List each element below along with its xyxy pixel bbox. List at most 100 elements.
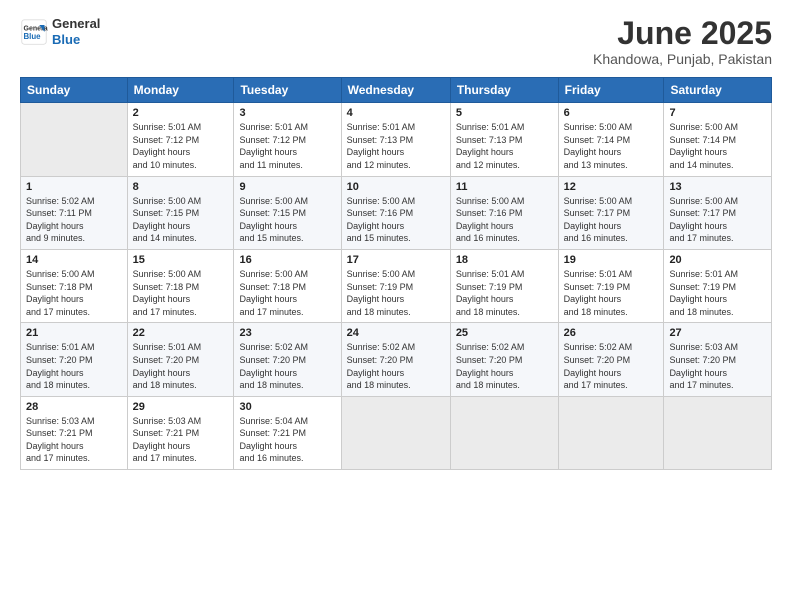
day-info: Sunrise: 5:01 AMSunset: 7:19 PMDaylight … (669, 268, 766, 318)
day-number: 22 (133, 327, 229, 339)
day-info: Sunrise: 5:00 AMSunset: 7:18 PMDaylight … (26, 268, 122, 318)
page: General Blue General Blue June 2025 Khan… (0, 0, 792, 612)
table-row (664, 396, 772, 469)
table-row: 25Sunrise: 5:02 AMSunset: 7:20 PMDayligh… (450, 323, 558, 396)
header: General Blue General Blue June 2025 Khan… (20, 16, 772, 67)
day-number: 16 (239, 254, 335, 266)
day-number: 19 (564, 254, 659, 266)
col-tuesday: Tuesday (234, 78, 341, 103)
day-info: Sunrise: 5:02 AMSunset: 7:20 PMDaylight … (239, 341, 335, 391)
col-friday: Friday (558, 78, 664, 103)
day-info: Sunrise: 5:02 AMSunset: 7:20 PMDaylight … (347, 341, 445, 391)
calendar-week-row: 14Sunrise: 5:00 AMSunset: 7:18 PMDayligh… (21, 249, 772, 322)
day-number: 3 (239, 107, 335, 119)
table-row: 14Sunrise: 5:00 AMSunset: 7:18 PMDayligh… (21, 249, 128, 322)
day-number: 30 (239, 401, 335, 413)
table-row: 2 Sunrise: 5:01 AMSunset: 7:12 PMDaylight… (127, 103, 234, 176)
table-row: 20 Sunrise: 5:01 AMSunset: 7:19 PMDayligh… (664, 249, 772, 322)
day-info: Sunrise: 5:02 AMSunset: 7:20 PMDaylight … (564, 341, 659, 391)
table-row: 22Sunrise: 5:01 AMSunset: 7:20 PMDayligh… (127, 323, 234, 396)
day-info: Sunrise: 5:01 AMSunset: 7:13 PMDaylight … (456, 121, 553, 171)
day-info: Sunrise: 5:00 AMSunset: 7:17 PMDaylight … (669, 195, 766, 245)
calendar-week-row: 1 Sunrise: 5:02 AMSunset: 7:11 PMDaylight… (21, 176, 772, 249)
calendar-table: Sunday Monday Tuesday Wednesday Thursday… (20, 77, 772, 470)
day-number: 4 (347, 107, 445, 119)
title-block: June 2025 Khandowa, Punjab, Pakistan (593, 16, 772, 67)
table-row: 28 Sunrise: 5:03 AMSunset: 7:21 PMDayligh… (21, 396, 128, 469)
table-row: 5 Sunrise: 5:01 AMSunset: 7:13 PMDaylight… (450, 103, 558, 176)
day-number: 24 (347, 327, 445, 339)
logo-text: General Blue (52, 16, 100, 47)
day-info: Sunrise: 5:00 AMSunset: 7:18 PMDaylight … (239, 268, 335, 318)
day-info: Sunrise: 5:00 AMSunset: 7:17 PMDaylight … (564, 195, 659, 245)
day-number: 2 (133, 107, 229, 119)
day-number: 21 (26, 327, 122, 339)
day-info: Sunrise: 5:00 AMSunset: 7:16 PMDaylight … (456, 195, 553, 245)
table-row: 18 Sunrise: 5:01 AMSunset: 7:19 PMDayligh… (450, 249, 558, 322)
day-info: Sunrise: 5:01 AMSunset: 7:12 PMDaylight … (133, 121, 229, 171)
table-row (558, 396, 664, 469)
day-info: Sunrise: 5:02 AMSunset: 7:20 PMDaylight … (456, 341, 553, 391)
table-row: 11 Sunrise: 5:00 AMSunset: 7:16 PMDayligh… (450, 176, 558, 249)
day-number: 18 (456, 254, 553, 266)
table-row: 3Sunrise: 5:01 AMSunset: 7:12 PMDaylight… (234, 103, 341, 176)
day-number: 11 (456, 181, 553, 193)
day-info: Sunrise: 5:01 AMSunset: 7:13 PMDaylight … (347, 121, 445, 171)
day-info: Sunrise: 5:00 AMSunset: 7:15 PMDaylight … (133, 195, 229, 245)
day-number: 6 (564, 107, 659, 119)
day-number: 13 (669, 181, 766, 193)
day-info: Sunrise: 5:01 AMSunset: 7:20 PMDaylight … (26, 341, 122, 391)
table-row: 17 Sunrise: 5:00 AMSunset: 7:19 PMDayligh… (341, 249, 450, 322)
day-number: 27 (669, 327, 766, 339)
col-wednesday: Wednesday (341, 78, 450, 103)
day-info: Sunrise: 5:02 AMSunset: 7:11 PMDaylight … (26, 195, 122, 245)
table-row: 27Sunrise: 5:03 AMSunset: 7:20 PMDayligh… (664, 323, 772, 396)
logo-icon: General Blue (20, 18, 48, 46)
col-sunday: Sunday (21, 78, 128, 103)
table-row: 19 Sunrise: 5:01 AMSunset: 7:19 PMDayligh… (558, 249, 664, 322)
day-number: 20 (669, 254, 766, 266)
logo: General Blue General Blue (20, 16, 100, 47)
table-row: 29 Sunrise: 5:03 AMSunset: 7:21 PMDayligh… (127, 396, 234, 469)
calendar-body: 2 Sunrise: 5:01 AMSunset: 7:12 PMDaylight… (21, 103, 772, 470)
day-info: Sunrise: 5:03 AMSunset: 7:21 PMDaylight … (26, 415, 122, 465)
table-row: 15 Sunrise: 5:00 AMSunset: 7:18 PMDayligh… (127, 249, 234, 322)
day-number: 29 (133, 401, 229, 413)
col-thursday: Thursday (450, 78, 558, 103)
day-info: Sunrise: 5:03 AMSunset: 7:21 PMDaylight … (133, 415, 229, 465)
day-info: Sunrise: 5:01 AMSunset: 7:19 PMDaylight … (456, 268, 553, 318)
day-number: 5 (456, 107, 553, 119)
calendar-week-row: 28 Sunrise: 5:03 AMSunset: 7:21 PMDayligh… (21, 396, 772, 469)
col-monday: Monday (127, 78, 234, 103)
table-row: 10 Sunrise: 5:00 AMSunset: 7:16 PMDayligh… (341, 176, 450, 249)
day-info: Sunrise: 5:00 AMSunset: 7:14 PMDaylight … (564, 121, 659, 171)
day-info: Sunrise: 5:00 AMSunset: 7:19 PMDaylight … (347, 268, 445, 318)
table-row: 6 Sunrise: 5:00 AMSunset: 7:14 PMDaylight… (558, 103, 664, 176)
day-number: 28 (26, 401, 122, 413)
table-row: 24 Sunrise: 5:02 AMSunset: 7:20 PMDayligh… (341, 323, 450, 396)
day-info: Sunrise: 5:00 AMSunset: 7:14 PMDaylight … (669, 121, 766, 171)
day-info: Sunrise: 5:00 AMSunset: 7:18 PMDaylight … (133, 268, 229, 318)
table-row (341, 396, 450, 469)
svg-text:Blue: Blue (24, 32, 42, 41)
table-row: 1 Sunrise: 5:02 AMSunset: 7:11 PMDaylight… (21, 176, 128, 249)
table-row: 8 Sunrise: 5:00 AMSunset: 7:15 PMDaylight… (127, 176, 234, 249)
day-info: Sunrise: 5:00 AMSunset: 7:15 PMDaylight … (239, 195, 335, 245)
day-info: Sunrise: 5:04 AMSunset: 7:21 PMDaylight … (239, 415, 335, 465)
table-row: 13 Sunrise: 5:00 AMSunset: 7:17 PMDayligh… (664, 176, 772, 249)
day-number: 8 (133, 181, 229, 193)
calendar-week-row: 21 Sunrise: 5:01 AMSunset: 7:20 PMDayligh… (21, 323, 772, 396)
day-number: 15 (133, 254, 229, 266)
table-row: 23Sunrise: 5:02 AMSunset: 7:20 PMDayligh… (234, 323, 341, 396)
table-row: 26Sunrise: 5:02 AMSunset: 7:20 PMDayligh… (558, 323, 664, 396)
day-number: 17 (347, 254, 445, 266)
table-row: 16 Sunrise: 5:00 AMSunset: 7:18 PMDayligh… (234, 249, 341, 322)
day-number: 1 (26, 181, 122, 193)
table-row: 4 Sunrise: 5:01 AMSunset: 7:13 PMDaylight… (341, 103, 450, 176)
day-info: Sunrise: 5:01 AMSunset: 7:19 PMDaylight … (564, 268, 659, 318)
table-row: 30 Sunrise: 5:04 AMSunset: 7:21 PMDayligh… (234, 396, 341, 469)
day-number: 10 (347, 181, 445, 193)
day-number: 12 (564, 181, 659, 193)
day-info: Sunrise: 5:00 AMSunset: 7:16 PMDaylight … (347, 195, 445, 245)
calendar-header-row: Sunday Monday Tuesday Wednesday Thursday… (21, 78, 772, 103)
